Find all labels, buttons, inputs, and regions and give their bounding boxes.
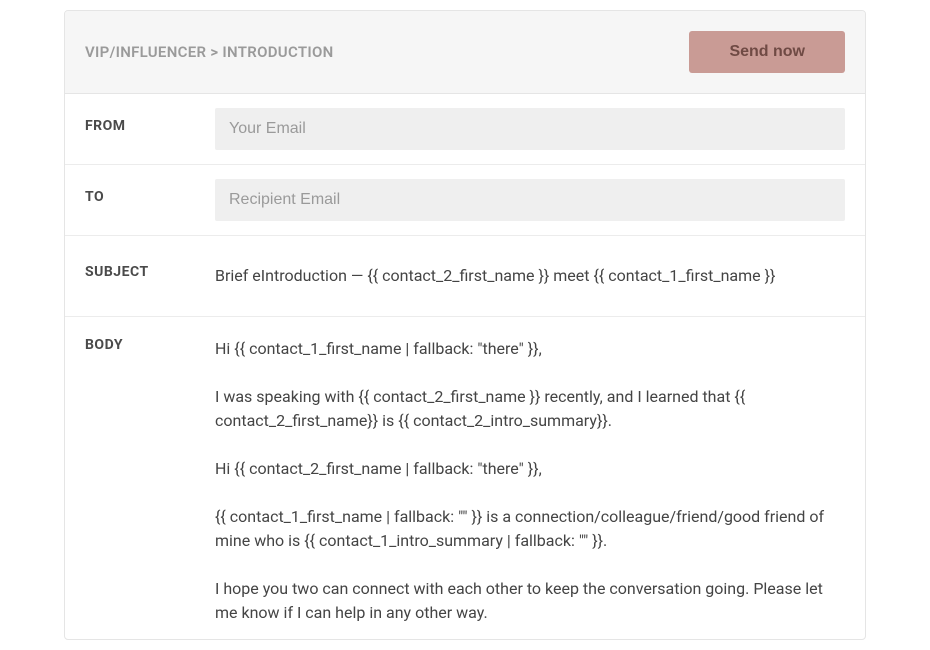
- send-now-button[interactable]: Send now: [689, 31, 845, 73]
- from-input[interactable]: [215, 108, 845, 150]
- from-row: FROM: [65, 94, 865, 165]
- email-template-card: VIP/INFLUENCER > INTRODUCTION Send now F…: [64, 10, 866, 640]
- body-label: BODY: [85, 331, 215, 353]
- from-label: FROM: [85, 108, 215, 134]
- subject-row: SUBJECT Brief eIntroduction — {{ contact…: [65, 236, 865, 317]
- card-header: VIP/INFLUENCER > INTRODUCTION Send now: [65, 11, 865, 94]
- to-row: TO: [65, 165, 865, 236]
- body-row: BODY Hi {{ contact_1_first_name | fallba…: [65, 317, 865, 639]
- to-label: TO: [85, 179, 215, 205]
- subject-value[interactable]: Brief eIntroduction — {{ contact_2_first…: [215, 256, 845, 296]
- subject-label: SUBJECT: [85, 256, 215, 280]
- breadcrumb: VIP/INFLUENCER > INTRODUCTION: [85, 43, 334, 61]
- to-input[interactable]: [215, 179, 845, 221]
- body-value[interactable]: Hi {{ contact_1_first_name | fallback: "…: [215, 331, 845, 625]
